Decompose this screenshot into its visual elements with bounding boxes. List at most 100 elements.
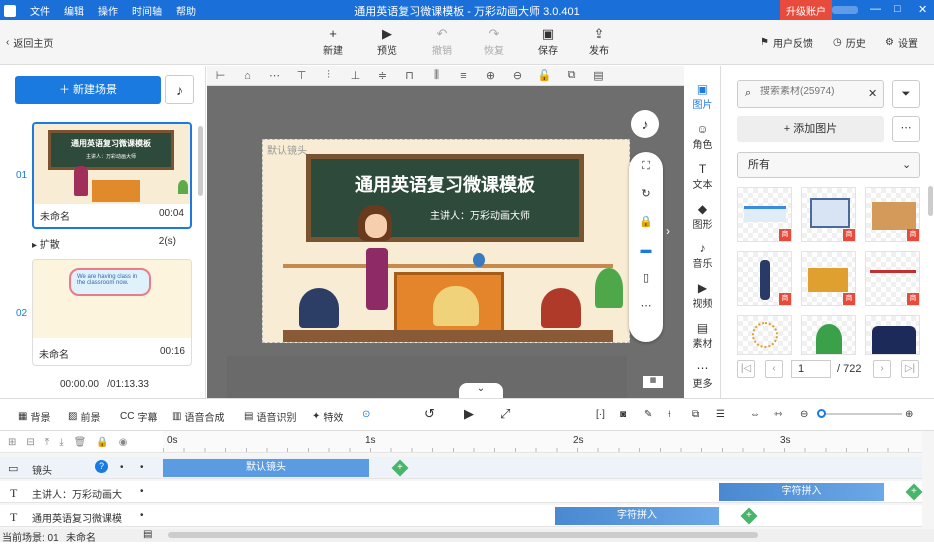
prev-page-button[interactable]: ‹: [765, 360, 783, 378]
chevron-down-icon[interactable]: ⌄: [459, 383, 503, 398]
unlock-icon[interactable]: 🔓: [531, 69, 558, 82]
asset-thumb-4[interactable]: 商: [737, 251, 792, 306]
chevron-right-icon[interactable]: ›: [666, 224, 670, 238]
tab-assets[interactable]: ▤ 素材: [684, 321, 721, 350]
asset-thumb-6[interactable]: 商: [865, 251, 920, 306]
page-input[interactable]: 1: [791, 360, 831, 378]
more-options-button[interactable]: ⋯: [892, 116, 920, 142]
feedback-button[interactable]: ⚑ 用户反馈: [760, 35, 813, 50]
add-image-button[interactable]: + 添加图片: [737, 116, 884, 142]
effects-button[interactable]: ✦ 特效: [312, 409, 343, 424]
tab-more[interactable]: ⋯ 更多: [684, 361, 721, 390]
close-button[interactable]: ✕: [918, 3, 927, 16]
align-left-icon[interactable]: ⊢: [207, 69, 234, 82]
upgrade-button[interactable]: 升级账户: [780, 0, 832, 20]
timeline-scrollbar[interactable]: [168, 532, 758, 538]
lock-icon[interactable]: 🔒: [96, 437, 108, 448]
more-icon[interactable]: ⋯: [261, 69, 288, 82]
asset-thumb-3[interactable]: 商: [865, 187, 920, 242]
more-icon[interactable]: ⋯: [629, 292, 663, 320]
phone-icon[interactable]: ▯: [629, 264, 663, 292]
tab-shapes[interactable]: ◆ 图形: [684, 202, 721, 231]
tab-characters[interactable]: ☺ 角色: [684, 122, 721, 151]
save-button[interactable]: ▣ 保存: [528, 26, 568, 57]
redo-button[interactable]: ↷ 恢复: [474, 26, 514, 57]
first-page-button[interactable]: |◁: [737, 360, 755, 378]
paste-icon[interactable]: ▤: [585, 69, 612, 82]
align-top-icon[interactable]: ⊤: [288, 69, 315, 82]
eye-icon[interactable]: ◉: [119, 437, 128, 448]
zoom-in-icon[interactable]: ⊕: [477, 69, 504, 82]
move-down-icon[interactable]: ⤓: [59, 437, 63, 448]
move-up-icon[interactable]: ⤒: [45, 437, 49, 448]
speech-recognition-button[interactable]: ▤ 语音识别: [244, 409, 296, 424]
screen-icon[interactable]: ▬: [629, 236, 663, 264]
asset-thumb-1[interactable]: 商: [737, 187, 792, 242]
add-effect-icon[interactable]: +: [905, 483, 923, 501]
tts-button[interactable]: ▥ 语音合成: [172, 409, 224, 424]
track-title[interactable]: T 通用英语复习微课模 •: [0, 505, 163, 527]
distribute-top-icon[interactable]: ⊓: [396, 69, 423, 82]
track-camera-row[interactable]: 默认镜头 +: [163, 457, 922, 479]
blackboard[interactable]: 通用英语复习微课模板 主讲人：万彩动画大师: [306, 154, 584, 242]
new-scene-button[interactable]: ＋ 新建场景: [15, 76, 161, 104]
rewind-button[interactable]: ↺: [424, 406, 435, 422]
track-presenter[interactable]: T 主讲人：万彩动画大 •: [0, 481, 163, 503]
split-tool-button[interactable]: ⟊: [668, 409, 671, 420]
foreground-button[interactable]: ▨ 前景: [68, 409, 100, 424]
track-presenter-row[interactable]: 字符拼入 +: [163, 481, 923, 503]
maximize-button[interactable]: □: [894, 3, 901, 15]
align-vcenter-icon[interactable]: ⫶: [315, 69, 342, 82]
next-page-button[interactable]: ›: [873, 360, 891, 378]
history-button[interactable]: ◷ 历史: [833, 35, 866, 50]
delete-icon[interactable]: 🗑: [74, 437, 87, 448]
search-box[interactable]: ⌕ ✕: [737, 80, 884, 108]
undo-button[interactable]: ↶ 撤销: [422, 26, 462, 57]
fit-tool-button[interactable]: ⇔: [750, 409, 760, 420]
vip-tool-button[interactable]: [·]: [596, 409, 605, 420]
asset-thumb-8[interactable]: [801, 315, 856, 355]
settings-button[interactable]: ⚙ 设置: [885, 35, 918, 50]
distribute-h-icon[interactable]: ⫼: [423, 69, 450, 82]
scene-stage[interactable]: 默认镜头 通用英语复习微课模板 主讲人：万彩动画大师: [262, 139, 630, 343]
asset-scrollbar[interactable]: [928, 186, 933, 216]
zoom-in-button[interactable]: ⊕: [905, 409, 913, 420]
add-track-icon[interactable]: ⊞: [8, 437, 16, 448]
zoom-out-icon[interactable]: ⊖: [504, 69, 531, 82]
asset-thumb-7[interactable]: [737, 315, 792, 355]
scene-scrollbar[interactable]: [198, 126, 203, 196]
tab-text[interactable]: T 文本: [684, 162, 721, 191]
edit-tool-button[interactable]: ✎: [644, 409, 652, 420]
clip-char-in-2[interactable]: 字符拼入: [555, 507, 719, 525]
asset-thumb-2[interactable]: 商: [801, 187, 856, 242]
clear-icon[interactable]: ✕: [868, 87, 877, 100]
play-button[interactable]: ▶: [464, 406, 474, 422]
search-input[interactable]: [760, 86, 860, 97]
zoom-out-button[interactable]: ⊖: [800, 409, 808, 420]
adjust-tool-button[interactable]: ☰: [716, 409, 725, 420]
asset-thumb-9[interactable]: [865, 315, 920, 355]
camera-tool-button[interactable]: ◙: [620, 409, 626, 420]
tab-video[interactable]: ▶ 视频: [684, 281, 721, 310]
asset-thumb-5[interactable]: 商: [801, 251, 856, 306]
category-select[interactable]: 所有 ⌄: [737, 152, 920, 178]
align-bottom-icon[interactable]: ⊥: [342, 69, 369, 82]
minimize-button[interactable]: —: [870, 3, 881, 15]
fit-screen-icon[interactable]: ⛶: [629, 152, 663, 180]
fit-width-button[interactable]: ⇿: [774, 409, 782, 420]
home-icon[interactable]: ⌂: [234, 70, 261, 82]
zoom-slider-track[interactable]: [817, 409, 902, 418]
track-camera[interactable]: ▭ 镜头 ? • •: [0, 457, 163, 479]
more-tools-button[interactable]: ⊙: [362, 409, 370, 420]
publish-button[interactable]: ⇪ 发布: [579, 26, 619, 57]
track-title-row[interactable]: 字符拼入 +: [163, 505, 922, 527]
filter-button[interactable]: ⏷: [892, 80, 920, 108]
scene-music-button[interactable]: ♪: [165, 75, 194, 104]
clip-char-in-1[interactable]: 字符拼入: [719, 483, 884, 501]
time-ruler[interactable]: 0s 1s 2s 3s: [163, 431, 922, 453]
lock-icon[interactable]: 🔒: [629, 208, 663, 236]
add-folder-icon[interactable]: ⊟: [26, 437, 34, 448]
teacher-body[interactable]: [366, 248, 388, 310]
minimap-icon[interactable]: ▦: [643, 376, 663, 388]
scene-transition[interactable]: ▸ 扩散 2(s): [32, 236, 192, 251]
